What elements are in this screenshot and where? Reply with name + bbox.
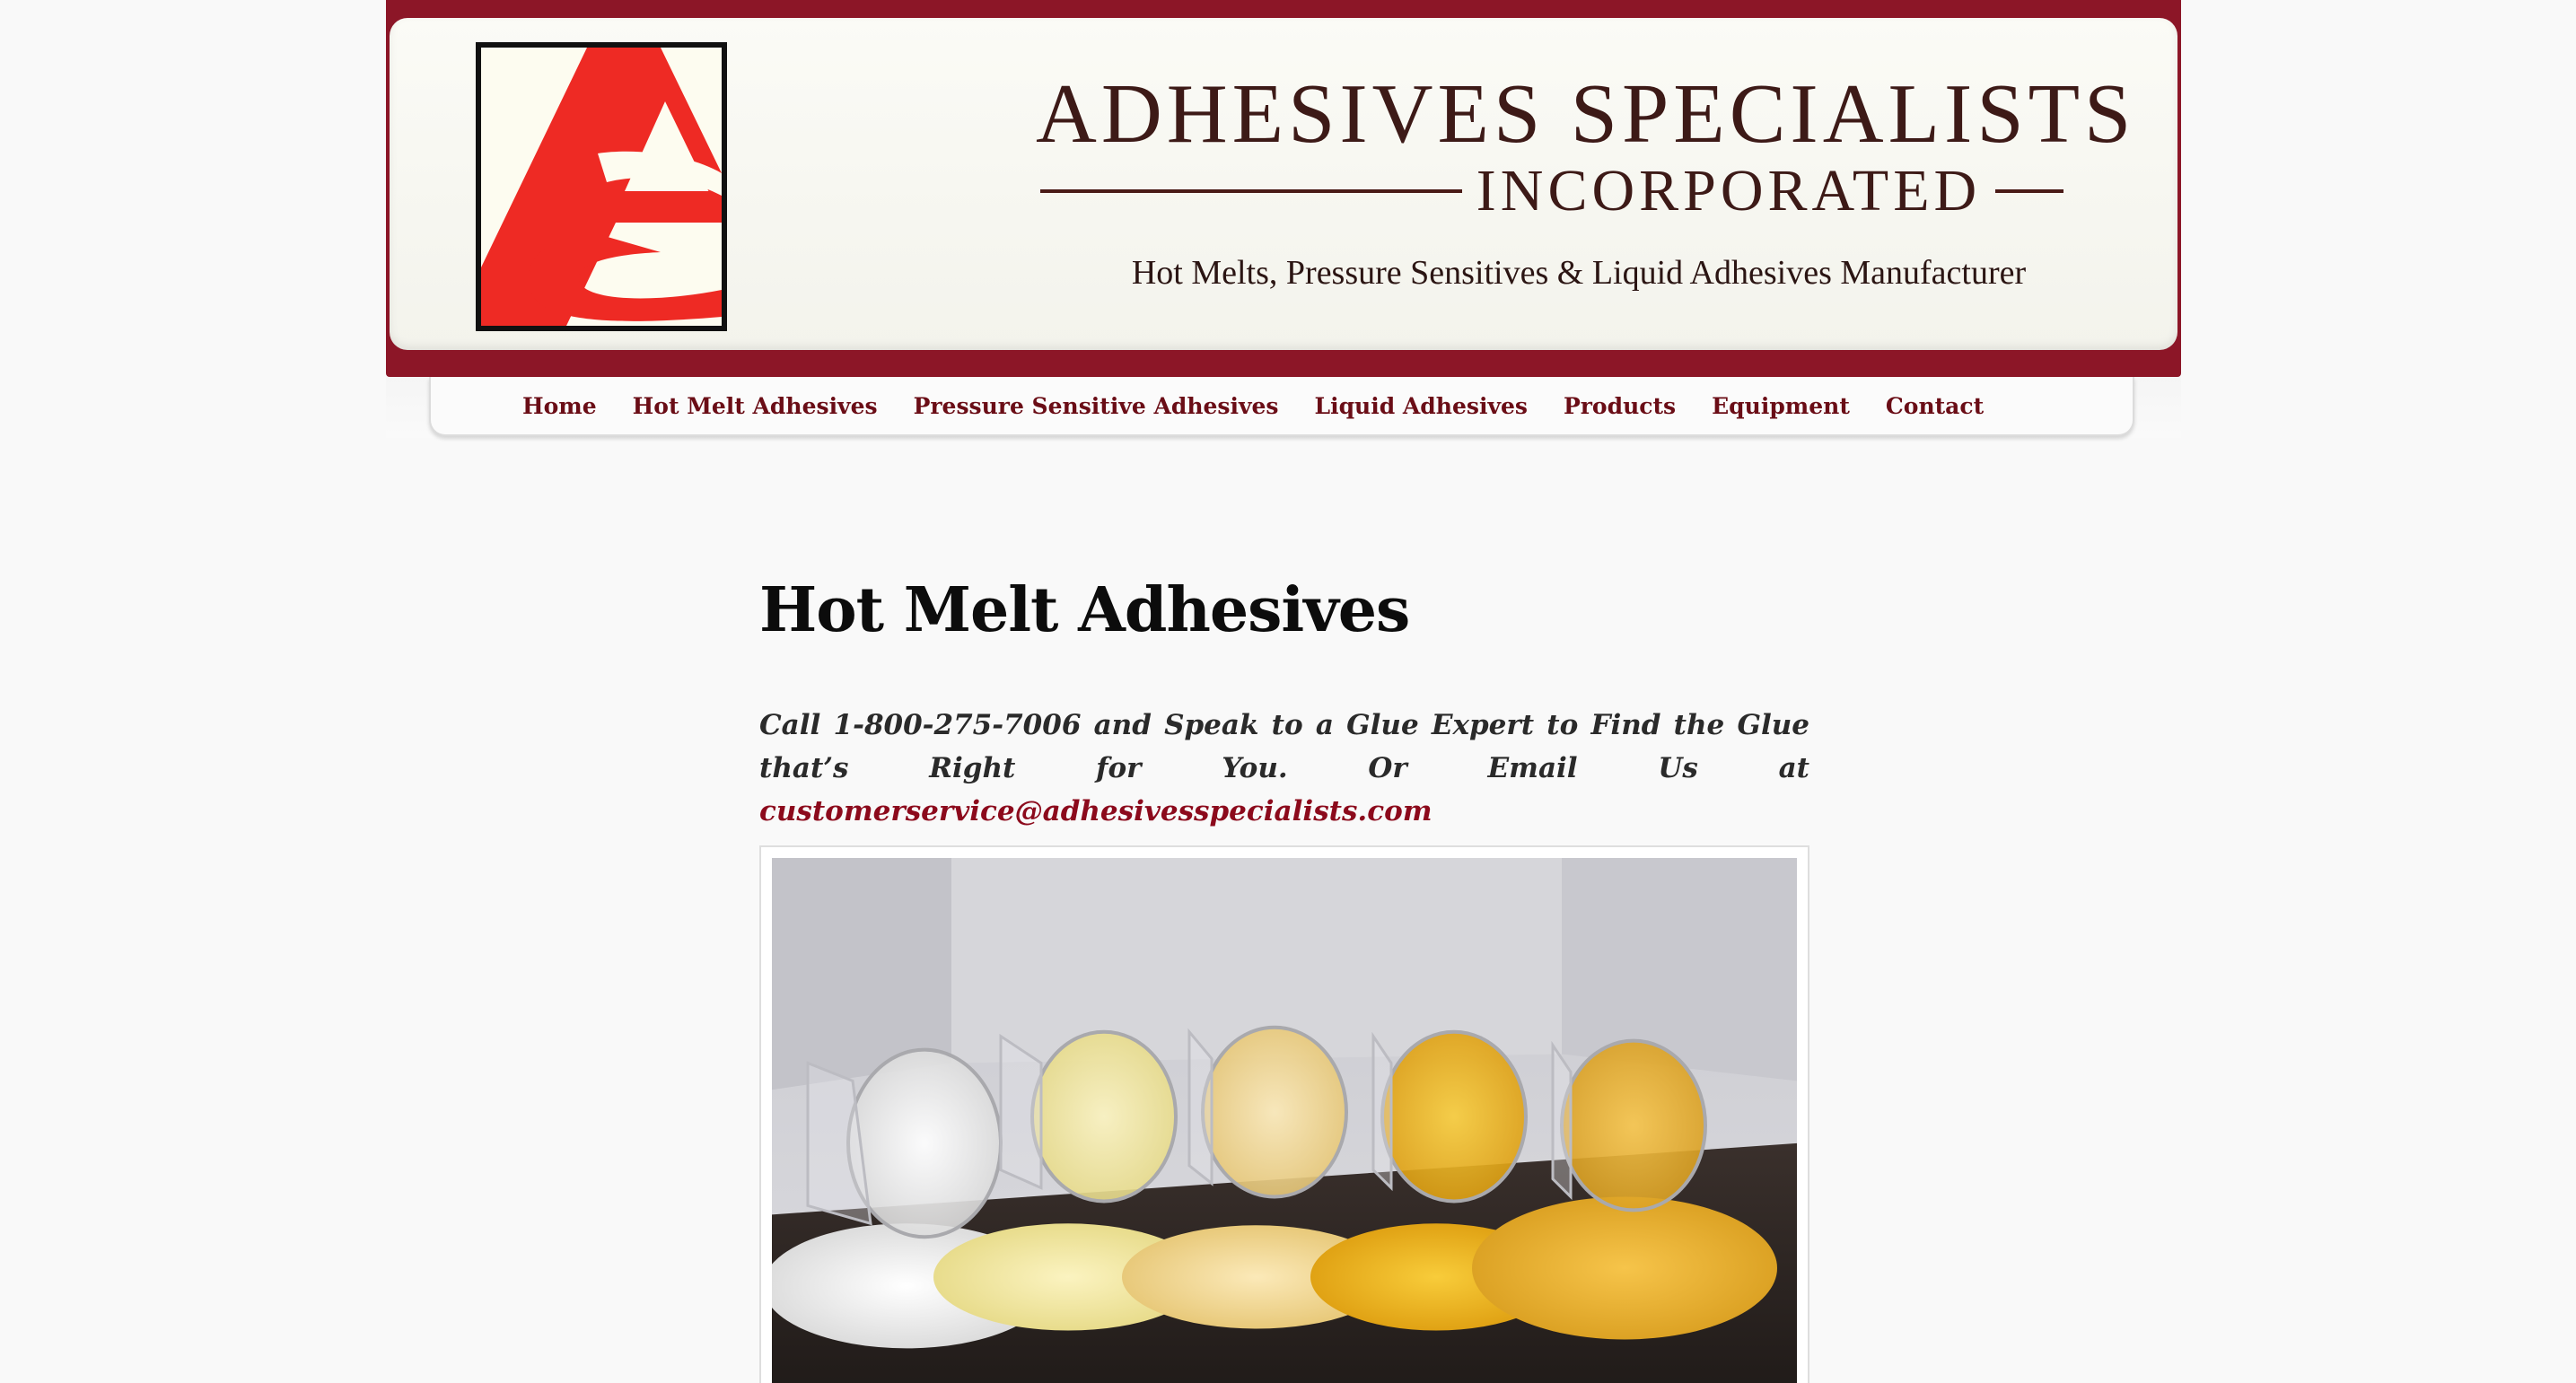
nav-item-home[interactable]: Home	[522, 393, 597, 419]
nav-item-hot-melt-adhesives[interactable]: Hot Melt Adhesives	[633, 393, 878, 419]
nav-item-liquid-adhesives[interactable]: Liquid Adhesives	[1315, 393, 1528, 419]
hot-melt-pellets-photo	[772, 857, 1797, 1383]
divider	[1039, 189, 1462, 193]
nav-item-equipment[interactable]: Equipment	[1712, 393, 1850, 419]
page: ADHESIVES SPECIALISTS INCORPORATED Hot M…	[0, 0, 2576, 1383]
nav-item-contact[interactable]: Contact	[1886, 393, 1984, 419]
company-logo[interactable]	[476, 42, 727, 331]
divider	[1995, 189, 2064, 193]
main-nav: Home Hot Melt Adhesives Pressure Sensiti…	[429, 377, 2134, 436]
brand-subtitle: INCORPORATED	[1476, 158, 1982, 223]
nav-item-products[interactable]: Products	[1564, 393, 1676, 419]
nav-item-pressure-sensitive-adhesives[interactable]: Pressure Sensitive Adhesives	[914, 393, 1279, 419]
email-link[interactable]: customerservice@adhesivesspecialists.com	[759, 795, 1433, 827]
page-title: Hot Melt Adhesives	[759, 574, 1410, 646]
header-banner: ADHESIVES SPECIALISTS INCORPORATED Hot M…	[386, 0, 2181, 377]
intro-text: Call 1-800-275-7006 and Speak to a Glue …	[759, 708, 1809, 784]
main-content: Hot Melt Adhesives Call 1-800-275-7006 a…	[759, 574, 1809, 1383]
product-photo-frame	[759, 845, 1809, 1383]
brand-wordmark: ADHESIVES SPECIALISTS INCORPORATED	[1036, 67, 2136, 221]
tagline: Hot Melts, Pressure Sensitives & Liquid …	[1131, 254, 2027, 292]
as-logo-icon	[481, 48, 722, 326]
brand-sub-row: INCORPORATED	[1036, 162, 2068, 221]
header-panel: ADHESIVES SPECIALISTS INCORPORATED Hot M…	[390, 18, 2177, 350]
nav-bar: Home Hot Melt Adhesives Pressure Sensiti…	[386, 377, 2181, 438]
brand-name: ADHESIVES SPECIALISTS	[1036, 67, 2136, 161]
intro-paragraph: Call 1-800-275-7006 and Speak to a Glue …	[759, 704, 1809, 833]
